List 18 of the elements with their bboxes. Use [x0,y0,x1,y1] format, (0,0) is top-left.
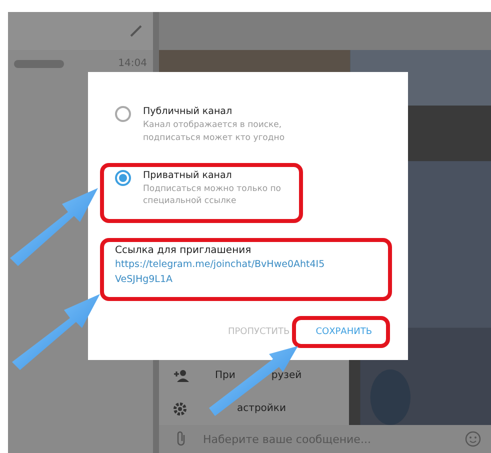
add-person-icon [173,368,189,382]
smiley-icon[interactable] [465,431,481,447]
option-title[interactable]: Приватный канал [143,170,323,180]
radio-button[interactable] [115,170,131,186]
paperclip-icon[interactable] [175,431,187,447]
pencil-icon[interactable] [129,24,143,38]
save-button[interactable]: СОХРАНИТЬ [314,323,374,342]
menu-label[interactable]: астройки [237,403,286,414]
invite-link[interactable]: https://telegram.me/joinchat/BvHwe0Aht4I5VeSJHg9L1A [115,257,327,288]
menu-label[interactable]: При [215,370,236,381]
option-description: Подписаться можно только по специальной ссылке [143,182,282,208]
chat-preview-bar [14,60,64,68]
radio-button[interactable] [115,106,131,122]
option-title[interactable]: Публичный канал [143,106,323,117]
menu-label[interactable]: рузей [271,370,302,381]
link-label: Ссылка для приглашения [115,245,252,256]
settings-icon [173,402,187,416]
option-description: Канал отображается в поиске, подписаться может кто угодно [143,119,286,144]
